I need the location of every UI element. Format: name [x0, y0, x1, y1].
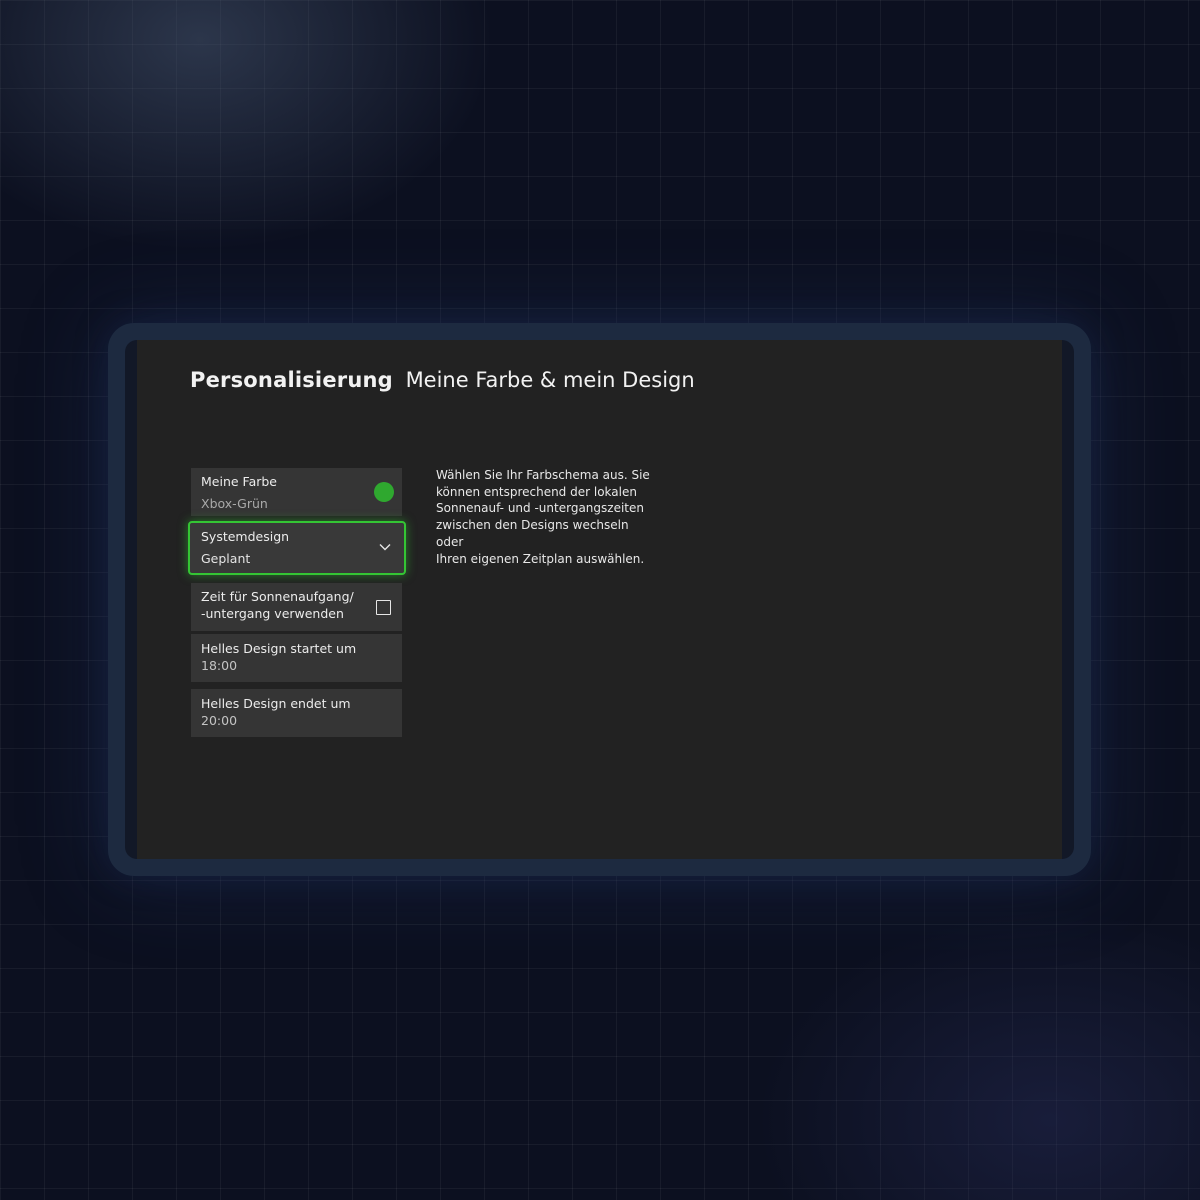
light-design-end-setting[interactable]: Helles Design endet um 20:00: [191, 689, 402, 737]
system-design-label: Systemdesign: [201, 529, 290, 544]
description-line: Ihren eigenen Zeitplan auswählen.: [436, 551, 645, 566]
light-end-label: Helles Design endet um: [201, 696, 351, 711]
section-title: Personalisierung: [190, 368, 393, 392]
my-color-label: Meine Farbe: [201, 474, 278, 489]
light-design-start-setting[interactable]: Helles Design startet um 18:00: [191, 634, 402, 682]
sunrise-sunset-label-line1: Zeit für Sonnenaufgang/: [201, 589, 354, 604]
description-line: können entsprechend der lokalen: [436, 484, 637, 499]
page-title: Personalisierung Meine Farbe & mein Desi…: [190, 368, 695, 392]
description-line: zwischen den Designs wechseln oder: [436, 518, 629, 549]
light-end-value: 20:00: [201, 713, 238, 728]
sunrise-sunset-checkbox[interactable]: [376, 600, 391, 615]
chevron-down-icon: [379, 544, 391, 551]
my-color-value: Xbox-Grün: [201, 496, 268, 511]
setting-description: Wählen Sie Ihr Farbschema aus. Sie könne…: [436, 467, 656, 567]
my-color-setting[interactable]: Meine Farbe Xbox-Grün: [191, 468, 402, 516]
description-line: Sonnenauf- und -untergangszeiten: [436, 501, 644, 516]
console-frame: Personalisierung Meine Farbe & mein Desi…: [108, 323, 1091, 876]
color-swatch-icon: [374, 482, 394, 502]
system-design-dropdown[interactable]: Systemdesign Geplant: [188, 521, 406, 575]
sunrise-sunset-toggle[interactable]: Zeit für Sonnenaufgang/ -untergang verwe…: [191, 583, 402, 631]
settings-screen: Personalisierung Meine Farbe & mein Desi…: [137, 340, 1062, 859]
system-design-value: Geplant: [201, 551, 251, 566]
light-start-value: 18:00: [201, 658, 238, 673]
description-line: Wählen Sie Ihr Farbschema aus. Sie: [436, 468, 650, 482]
screen-bezel: Personalisierung Meine Farbe & mein Desi…: [125, 340, 1074, 859]
page-subtitle: Meine Farbe & mein Design: [405, 368, 695, 392]
sunrise-sunset-label-line2: -untergang verwenden: [201, 606, 344, 621]
light-start-label: Helles Design startet um: [201, 641, 357, 656]
